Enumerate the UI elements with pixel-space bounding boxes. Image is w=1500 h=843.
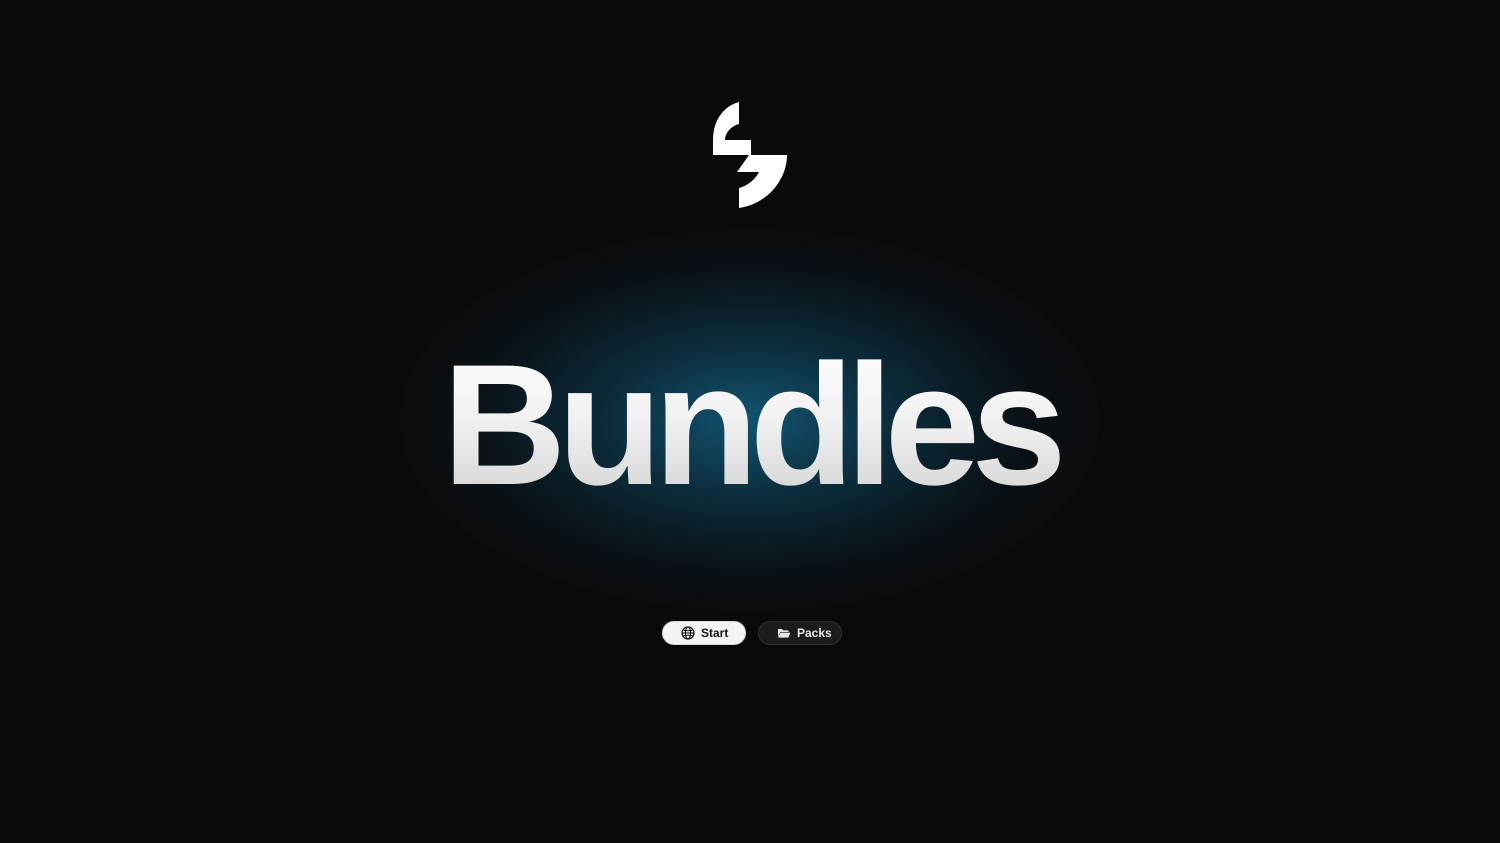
start-button[interactable]: Start — [662, 621, 746, 645]
start-label: Start — [701, 626, 729, 640]
packs-button[interactable]: Packs — [758, 621, 842, 645]
page-title: Bundles — [0, 330, 1500, 520]
packs-label: Packs — [797, 626, 832, 640]
folder-open-icon — [777, 626, 791, 640]
nav-pills: Start Packs — [662, 621, 842, 645]
brand-logo-icon[interactable] — [711, 100, 789, 210]
landing-page: Bundles Start Packs — [0, 0, 1500, 843]
globe-icon — [681, 626, 695, 640]
